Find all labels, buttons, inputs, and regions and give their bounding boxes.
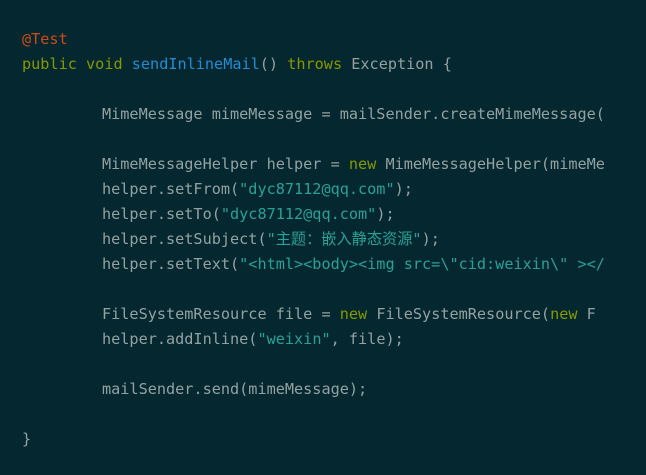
code-line: public void sendInlineMail() throws Exce… [0, 52, 646, 77]
keyword-new: new [348, 155, 377, 173]
code-line: helper.setText("<html><body><img src=\"c… [0, 252, 646, 277]
keyword-void: void [86, 55, 123, 73]
statement-prefix: helper.setText( [102, 255, 240, 273]
statement-prefix: MimeMessageHelper helper = [102, 155, 349, 173]
code-line: helper.addInline("weixin", file); [0, 327, 646, 352]
statement-prefix: helper.setTo( [102, 205, 221, 223]
statement-prefix: helper.setFrom( [102, 180, 240, 198]
method-parens: () [259, 55, 279, 73]
string-literal: "weixin" [257, 330, 331, 348]
method-name: sendInlineMail [131, 55, 260, 73]
statement-middle: FileSystemResource( [367, 305, 551, 323]
code-line: } [0, 427, 646, 452]
code-line: helper.setSubject("主题：嵌入静态资源"); [0, 227, 646, 252]
statement-prefix: FileSystemResource file = [102, 305, 340, 323]
code-line: FileSystemResource file = new FileSystem… [0, 302, 646, 327]
keyword-new: new [339, 305, 368, 323]
string-literal: "<html><body><img src=\"cid:weixin\" ></ [239, 255, 605, 273]
statement-suffix: , file); [330, 330, 404, 348]
code-line: helper.setFrom("dyc87112@qq.com"); [0, 177, 646, 202]
statement-prefix: helper.setSubject( [102, 230, 267, 248]
string-literal: "主题：嵌入静态资源" [266, 230, 422, 248]
keyword-new: new [550, 305, 578, 323]
statement-prefix: helper.addInline( [102, 330, 258, 348]
code-line: helper.setTo("dyc87112@qq.com"); [0, 202, 646, 227]
test-annotation: @Test [22, 30, 68, 48]
code-line: MimeMessageHelper helper = new MimeMessa… [0, 152, 646, 177]
statement-suffix: ); [421, 230, 440, 248]
keyword-throws: throws [287, 55, 343, 73]
closing-brace: } [22, 430, 32, 448]
string-literal: "dyc87112@qq.com" [239, 180, 395, 198]
statement-text: mailSender.send(mimeMessage); [102, 380, 368, 398]
code-line: @Test [0, 27, 646, 52]
statement-suffix: ); [394, 180, 413, 198]
statement-suffix: F [577, 305, 596, 323]
keyword-public: public [22, 55, 77, 73]
code-editor[interactable]: @Test public void sendInlineMail() throw… [0, 0, 646, 475]
statement-text: MimeMessage mimeMessage = mailSender.cre… [102, 105, 605, 123]
string-literal: "dyc87112@qq.com" [220, 205, 377, 223]
statement-suffix: MimeMessageHelper(mimeMe [376, 155, 605, 173]
exception-clause: Exception { [351, 55, 452, 73]
code-line: mailSender.send(mimeMessage); [0, 377, 646, 402]
code-line: MimeMessage mimeMessage = mailSender.cre… [0, 102, 646, 127]
statement-suffix: ); [376, 205, 395, 223]
